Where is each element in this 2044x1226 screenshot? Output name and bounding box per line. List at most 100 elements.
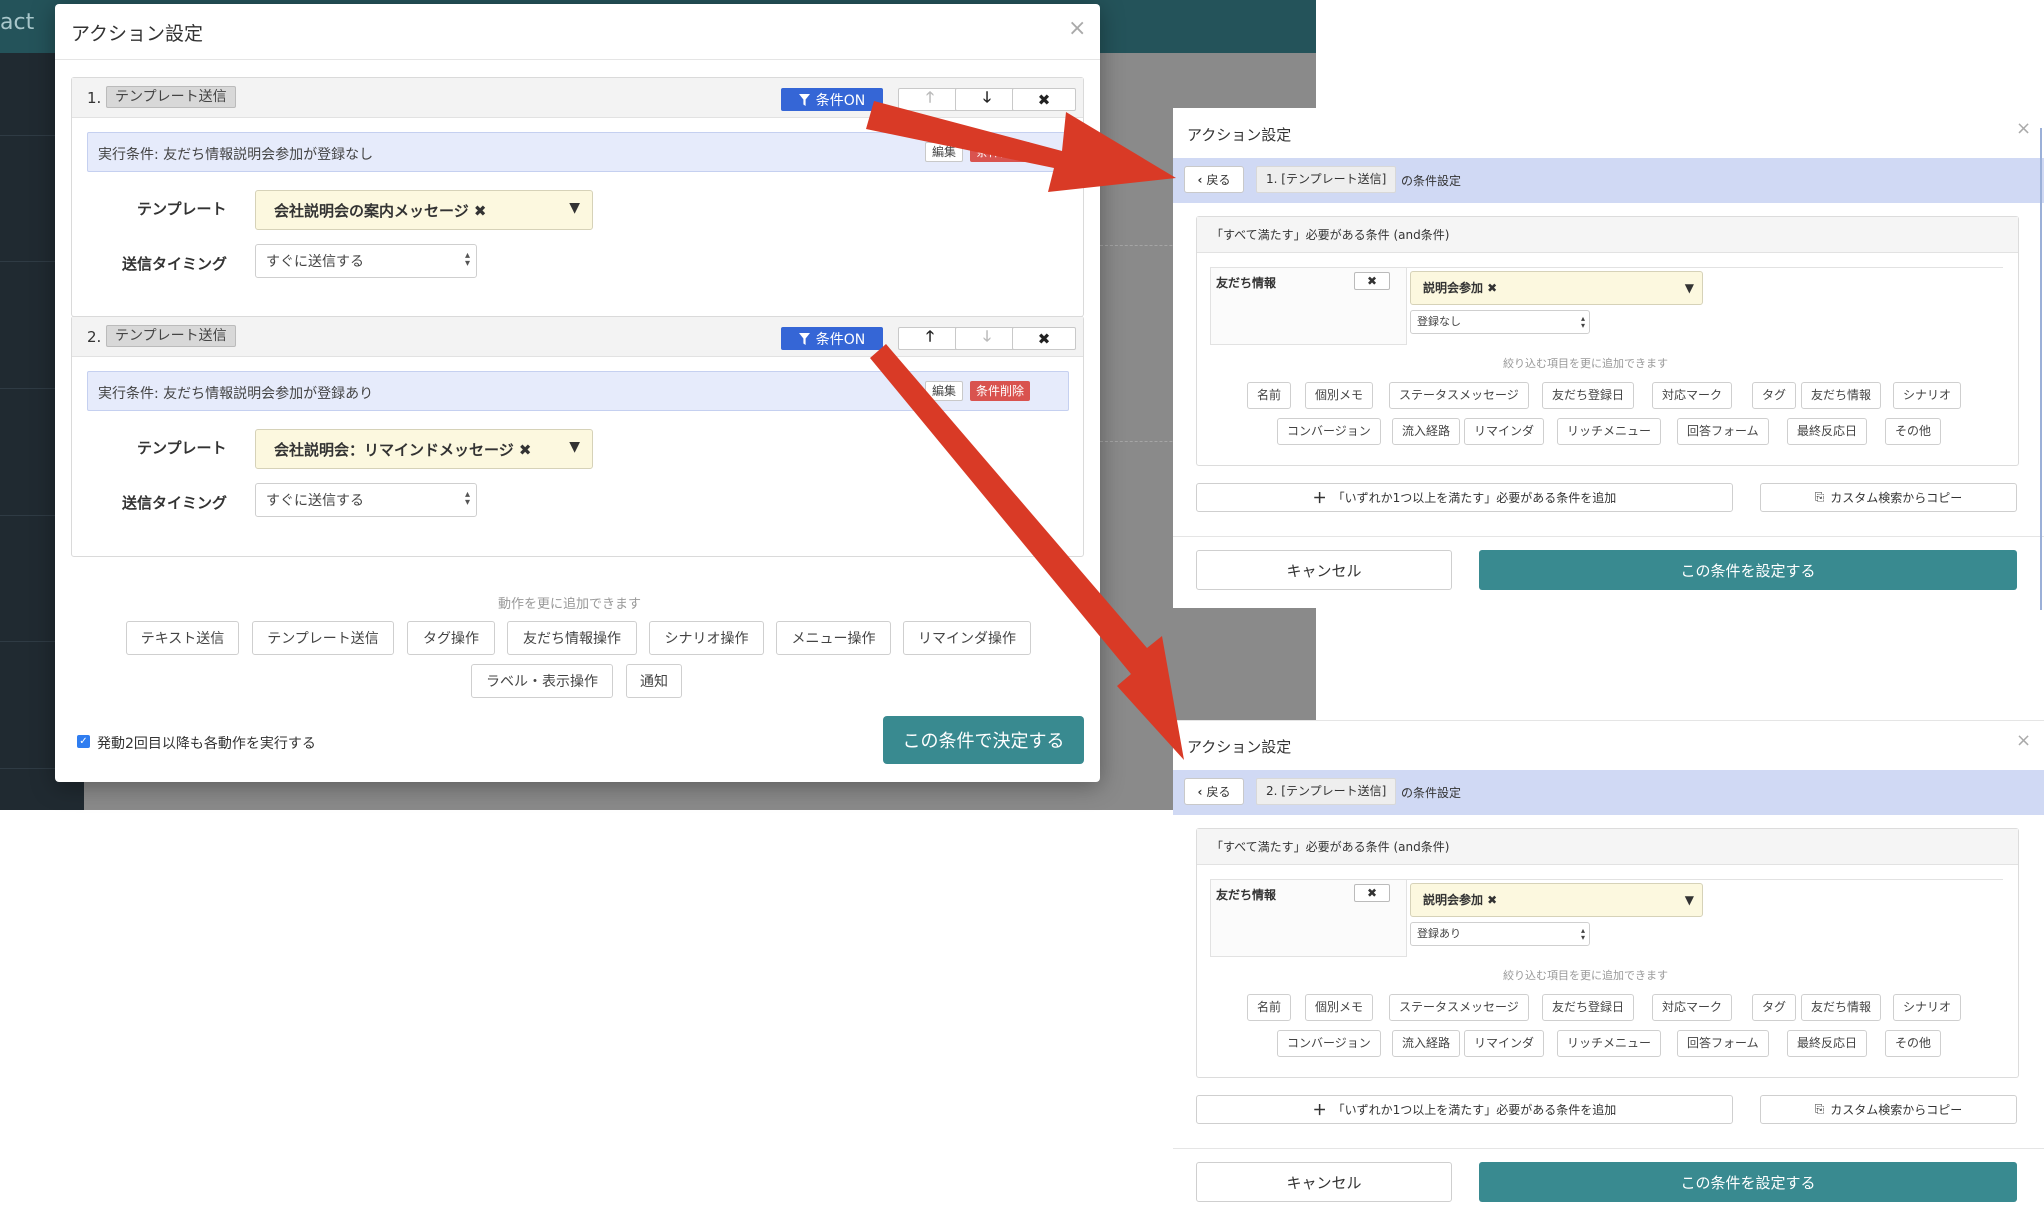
cancel-button[interactable]: キャンセル: [1196, 550, 1452, 590]
cancel-button[interactable]: キャンセル: [1196, 1162, 1452, 1202]
app-brand: act: [0, 10, 35, 35]
timing-select[interactable]: すぐに送信する ▴ ▾: [255, 244, 477, 278]
condition-on-button[interactable]: 条件ON: [781, 88, 883, 111]
add-or-condition-button[interactable]: ＋ 「いずれか1つ以上を満たす」必要がある条件を追加: [1196, 483, 1733, 512]
filter-chip-last-reaction[interactable]: 最終反応日: [1787, 418, 1868, 445]
repeat-checkbox[interactable]: ✓: [77, 735, 90, 748]
select-arrows-icon: ▴ ▾: [1580, 926, 1585, 942]
add-scenario-operation-button[interactable]: シナリオ操作: [649, 621, 764, 655]
add-menu-operation-button[interactable]: メニュー操作: [776, 621, 891, 655]
set-condition-button[interactable]: この条件を設定する: [1479, 550, 2017, 590]
sidebar-divider: [0, 135, 55, 136]
condition-settings-modal-2: アクション設定 × ‹ 戻る 2. [テンプレート送信] の条件設定 「すべて満…: [1173, 720, 2044, 1226]
criterion-field-select[interactable]: 説明会参加 ✖ ▼: [1410, 883, 1703, 917]
add-or-condition-button[interactable]: ＋ 「いずれか1つ以上を満たす」必要がある条件を追加: [1196, 1095, 1733, 1124]
criterion-label: 友だち情報: [1216, 888, 1277, 902]
add-label-display-operation-button[interactable]: ラベル・表示操作: [471, 664, 613, 698]
arrow-down-icon: 🡓: [983, 88, 991, 106]
move-down-button[interactable]: 🡓: [955, 88, 1019, 111]
back-button[interactable]: ‹ 戻る: [1184, 166, 1244, 193]
delete-condition-button[interactable]: 条件削除: [970, 381, 1031, 401]
close-icon[interactable]: ×: [2016, 120, 2031, 138]
and-conditions-panel: 「すべて満たす」必要がある条件 (and条件) 友だち情報 ✖ 説明会参加 ✖ …: [1196, 216, 2019, 466]
add-friend-info-operation-button[interactable]: 友だち情報操作: [507, 621, 637, 655]
filter-chip-other[interactable]: その他: [1885, 418, 1942, 445]
and-conditions-panel: 「すべて満たす」必要がある条件 (and条件) 友だち情報 ✖ 説明会参加 ✖ …: [1196, 828, 2019, 1078]
filter-chip-response-mark[interactable]: 対応マーク: [1652, 994, 1733, 1021]
filter-chip-name[interactable]: 名前: [1247, 382, 1292, 409]
filter-chip-memo[interactable]: 個別メモ: [1305, 382, 1374, 409]
edit-condition-button[interactable]: 編集: [925, 381, 964, 401]
screenshot-stage: act アクション設定 × 1. テンプレート送信 条件ON 🡑 🡓 ✖ 実行条…: [0, 0, 2044, 1226]
filter-chip-tag[interactable]: タグ: [1752, 994, 1797, 1021]
filter-chip-friend-date[interactable]: 友だち登録日: [1542, 994, 1635, 1021]
copy-from-custom-search-button[interactable]: ⎘ カスタム検索からコピー: [1760, 483, 2017, 512]
close-icon[interactable]: ×: [2016, 732, 2031, 750]
filter-chip-reminder[interactable]: リマインダ: [1464, 418, 1545, 445]
delete-condition-button[interactable]: 条件削除: [970, 142, 1031, 162]
remove-criterion-button[interactable]: ✖: [1354, 272, 1390, 290]
sidebar-divider: [0, 515, 55, 516]
move-down-button[interactable]: 🡓: [955, 327, 1019, 350]
close-icon: ✖: [1366, 886, 1378, 900]
filter-chip-memo[interactable]: 個別メモ: [1305, 994, 1374, 1021]
condition-on-button[interactable]: 条件ON: [781, 327, 883, 350]
modal-scrollbar[interactable]: [2040, 128, 2042, 610]
filter-chip-friend-date[interactable]: 友だち登録日: [1542, 382, 1635, 409]
filter-chip-reminder[interactable]: リマインダ: [1464, 1030, 1545, 1057]
move-up-button[interactable]: 🡑: [898, 88, 962, 111]
criterion-row: 友だち情報 ✖ 説明会参加 ✖ ▼ 登録あり ▴ ▾: [1210, 879, 2003, 957]
footer-divider: [1173, 1148, 2044, 1149]
filter-chip-conversion[interactable]: コンバージョン: [1277, 418, 1381, 445]
add-filter-hint: 絞り込む項目を更に追加できます: [1503, 357, 1668, 370]
delete-action-button[interactable]: ✖: [1012, 88, 1076, 111]
chevron-down-icon: ▼: [1684, 281, 1694, 295]
close-icon[interactable]: ×: [1068, 18, 1086, 40]
filter-chip-rich-menu[interactable]: リッチメニュー: [1557, 418, 1662, 445]
back-button[interactable]: ‹ 戻る: [1184, 778, 1244, 805]
add-notification-button[interactable]: 通知: [626, 664, 682, 698]
move-up-button[interactable]: 🡑: [898, 327, 962, 350]
delete-action-button[interactable]: ✖: [1012, 327, 1076, 350]
template-select[interactable]: 会社説明会：リマインドメッセージ ✖ ▼: [255, 429, 593, 469]
criterion-value-select[interactable]: 登録なし ▴ ▾: [1410, 310, 1590, 334]
filter-chip-other[interactable]: その他: [1885, 1030, 1942, 1057]
timing-select[interactable]: すぐに送信する ▴ ▾: [255, 483, 477, 517]
filter-chip-scenario[interactable]: シナリオ: [1893, 994, 1962, 1021]
copy-label: カスタム検索からコピー: [1830, 491, 1963, 505]
filter-chip-conversion[interactable]: コンバージョン: [1277, 1030, 1381, 1057]
copy-icon: ⎘: [1814, 1102, 1825, 1116]
filter-chip-friend-info[interactable]: 友だち情報: [1801, 994, 1882, 1021]
filter-chip-response-mark[interactable]: 対応マーク: [1652, 382, 1733, 409]
chevron-down-icon: ▼: [1684, 893, 1694, 907]
filter-chip-status-message[interactable]: ステータスメッセージ: [1389, 994, 1529, 1021]
filter-chip-friend-info[interactable]: 友だち情報: [1801, 382, 1882, 409]
filter-chip-scenario[interactable]: シナリオ: [1893, 382, 1962, 409]
filter-chip-answer-form[interactable]: 回答フォーム: [1677, 418, 1769, 445]
add-reminder-operation-button[interactable]: リマインダ操作: [903, 621, 1031, 655]
copy-from-custom-search-button[interactable]: ⎘ カスタム検索からコピー: [1760, 1095, 2017, 1124]
execution-condition-text: 実行条件: 友だち情報説明会参加が登録あり: [98, 386, 374, 402]
filter-chip-status-message[interactable]: ステータスメッセージ: [1389, 382, 1529, 409]
filter-chip-last-reaction[interactable]: 最終反応日: [1787, 1030, 1868, 1057]
chevron-down-icon: ▼: [569, 439, 580, 455]
add-tag-operation-button[interactable]: タグ操作: [407, 621, 495, 655]
template-select[interactable]: 会社説明会の案内メッセージ ✖ ▼: [255, 190, 593, 230]
execution-condition-bar: 実行条件: 友だち情報説明会参加が登録あり 編集 条件削除: [87, 371, 1069, 411]
remove-criterion-button[interactable]: ✖: [1354, 884, 1390, 902]
filter-chip-answer-form[interactable]: 回答フォーム: [1677, 1030, 1769, 1057]
set-condition-button[interactable]: この条件を設定する: [1479, 1162, 2017, 1202]
filter-chip-inflow[interactable]: 流入経路: [1392, 418, 1461, 445]
action-settings-modal: アクション設定 × 1. テンプレート送信 条件ON 🡑 🡓 ✖ 実行条件: 友…: [55, 4, 1100, 782]
criterion-value-select[interactable]: 登録あり ▴ ▾: [1410, 922, 1590, 946]
add-text-send-button[interactable]: テキスト送信: [126, 621, 239, 655]
submit-conditions-button[interactable]: この条件で決定する: [883, 716, 1084, 764]
criterion-field-select[interactable]: 説明会参加 ✖ ▼: [1410, 271, 1703, 305]
edit-condition-button[interactable]: 編集: [925, 142, 964, 162]
filter-chip-tag[interactable]: タグ: [1752, 382, 1797, 409]
filter-chip-rich-menu[interactable]: リッチメニュー: [1557, 1030, 1662, 1057]
add-template-send-button[interactable]: テンプレート送信: [252, 621, 394, 655]
template-label: テンプレート: [137, 439, 227, 457]
filter-chip-name[interactable]: 名前: [1247, 994, 1292, 1021]
filter-chip-inflow[interactable]: 流入経路: [1392, 1030, 1461, 1057]
